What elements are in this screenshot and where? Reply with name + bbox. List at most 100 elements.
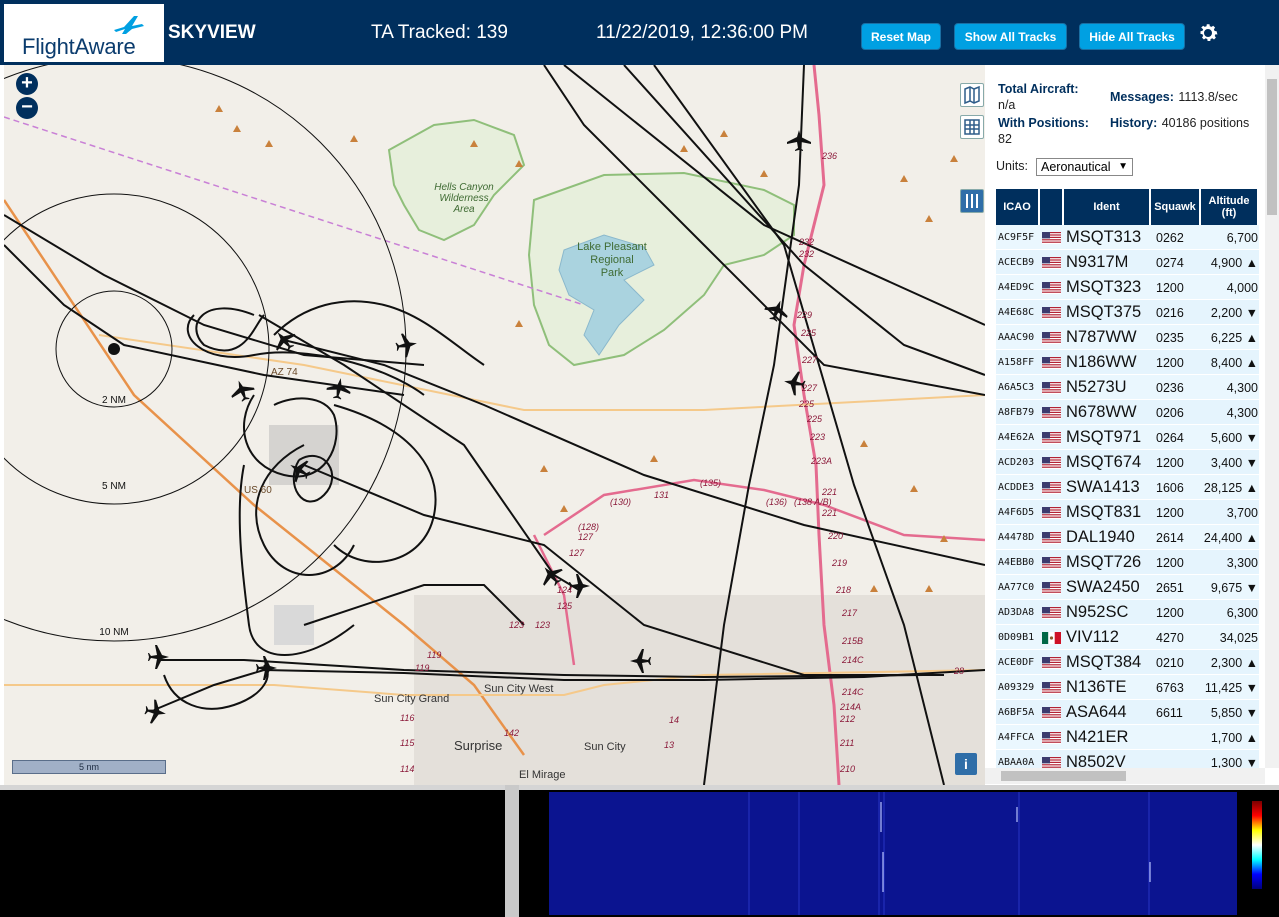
cell-icao: A09329 [998, 682, 1035, 693]
svg-text:127: 127 [578, 532, 594, 542]
table-row[interactable]: A8FB79 N678WW 0206 4,300 [996, 400, 1259, 425]
col-header-icao[interactable]: ICAO [996, 189, 1040, 225]
svg-text:(138 A/B): (138 A/B) [794, 497, 832, 507]
flag-usa-icon [1042, 732, 1061, 744]
cell-ident: DAL1940 [1066, 528, 1135, 546]
zoom-in-button[interactable]: + [16, 73, 38, 95]
cell-altitude: 11,425 ▼ [1204, 681, 1258, 695]
logo-text: FlightAware [22, 34, 136, 59]
cell-altitude: 9,675 ▼ [1210, 581, 1258, 595]
history-value: 40186 positions [1161, 116, 1250, 130]
svg-text:223: 223 [809, 432, 825, 442]
columns-icon[interactable] [960, 189, 984, 213]
total-aircraft-label: Total Aircraft: [998, 82, 1079, 96]
cell-icao: A8FB79 [998, 407, 1035, 418]
cell-altitude: 6,300 [1226, 606, 1258, 620]
cell-ident: SWA1413 [1066, 478, 1140, 496]
cell-ident: MSQT375 [1066, 303, 1142, 321]
map-layers-icon[interactable] [960, 83, 984, 107]
table-row[interactable]: ACD203 MSQT674 1200 3,400 ▼ [996, 450, 1259, 475]
table-row[interactable]: A4478D DAL1940 2614 24,400 ▲ [996, 525, 1259, 550]
panel-divider[interactable] [505, 785, 519, 917]
table-row[interactable]: AAAC90 N787WW 0235 6,225 ▲ [996, 325, 1259, 350]
cell-squawk: 4270 [1156, 631, 1184, 645]
svg-text:229: 229 [796, 310, 812, 320]
col-header-ident[interactable]: Ident [1064, 189, 1151, 225]
table-row[interactable]: ACECB9 N9317M 0274 4,900 ▲ [996, 250, 1259, 275]
cell-ident: N421ER [1066, 728, 1129, 746]
flag-usa-icon [1042, 457, 1061, 469]
svg-text:211: 211 [839, 738, 854, 748]
svg-text:125: 125 [557, 601, 573, 611]
table-row[interactable]: A6A5C3 N5273U 0236 4,300 [996, 375, 1259, 400]
cell-squawk: 0216 [1156, 306, 1184, 320]
cell-altitude: 34,025 [1219, 631, 1258, 645]
svg-text:214C: 214C [841, 687, 864, 697]
table-row[interactable]: A4ED9C MSQT323 1200 4,000 [996, 275, 1259, 300]
svg-text:210: 210 [839, 764, 855, 774]
table-row[interactable]: A6BF5A ASA644 6611 5,850 ▼ [996, 700, 1259, 725]
cell-altitude: 4,900 ▲ [1210, 256, 1258, 270]
svg-text:232: 232 [798, 249, 814, 259]
svg-text:215B: 215B [841, 636, 863, 646]
units-select[interactable]: Aeronautical ▼ [1036, 158, 1133, 176]
table-row[interactable]: A4EBB0 MSQT726 1200 3,300 [996, 550, 1259, 575]
hide-all-tracks-button[interactable]: Hide All Tracks [1079, 23, 1185, 50]
label-10nm: 10 NM [99, 627, 128, 638]
table-row[interactable]: AC9F5F MSQT313 0262 6,700 [996, 225, 1259, 250]
svg-text:127: 127 [569, 548, 585, 558]
table-row[interactable]: A09329 N136TE 6763 11,425 ▼ [996, 675, 1259, 700]
cell-squawk: 0236 [1156, 381, 1184, 395]
cell-ident: MSQT674 [1066, 453, 1142, 471]
cell-altitude: 28,125 ▲ [1203, 481, 1258, 495]
facility-area [274, 605, 314, 645]
flag-usa-icon [1042, 532, 1061, 544]
map-view[interactable]: Hells Canyon Wilderness Area Lake Pleasant… [4, 65, 985, 785]
table-row[interactable]: AA77C0 SWA2450 2651 9,675 ▼ [996, 575, 1259, 600]
svg-text:214A: 214A [839, 702, 861, 712]
cell-ident: ASA644 [1066, 703, 1127, 721]
table-row[interactable]: 0D09B1 VIV112 4270 34,025 [996, 625, 1259, 650]
panel-horizontal-scrollbar[interactable] [985, 768, 1265, 784]
svg-text:114: 114 [400, 764, 414, 774]
show-all-tracks-button[interactable]: Show All Tracks [954, 23, 1067, 50]
flightaware-logo[interactable]: FlightAware [4, 4, 164, 62]
info-button[interactable]: i [955, 753, 977, 775]
panel-vertical-scrollbar[interactable] [1265, 65, 1279, 768]
cell-icao: A4E62A [998, 432, 1035, 443]
reset-map-button[interactable]: Reset Map [861, 23, 941, 50]
label-sun-city: Sun City [584, 741, 626, 753]
cell-altitude: 6,700 [1226, 231, 1258, 245]
cell-icao: A4478D [998, 532, 1035, 543]
flag-usa-icon [1042, 282, 1061, 294]
cell-icao: ACD203 [998, 457, 1035, 468]
zoom-out-button[interactable]: − [16, 97, 38, 119]
table-row[interactable]: ACDDE3 SWA1413 1606 28,125 ▲ [996, 475, 1259, 500]
table-row[interactable]: AD3DA8 N952SC 1200 6,300 [996, 600, 1259, 625]
label-az74: AZ 74 [271, 367, 298, 378]
gear-icon[interactable] [1196, 21, 1220, 45]
cell-altitude: 5,850 ▼ [1210, 706, 1258, 720]
table-row[interactable]: A4F6D5 MSQT831 1200 3,700 [996, 500, 1259, 525]
cell-altitude: 2,300 ▲ [1210, 656, 1258, 670]
svg-text:225: 225 [800, 328, 817, 338]
table-row[interactable]: A4FFCA N421ER 1,700 ▲ [996, 725, 1259, 750]
svg-text:225: 225 [806, 414, 823, 424]
table-row[interactable]: A4E62A MSQT971 0264 5,600 ▼ [996, 425, 1259, 450]
table-row[interactable]: A4E68C MSQT375 0216 2,200 ▼ [996, 300, 1259, 325]
cell-altitude: 1,700 ▲ [1210, 731, 1258, 745]
scrollbar-thumb[interactable] [1267, 79, 1277, 215]
grid-icon[interactable] [960, 115, 984, 139]
az-74-road [98, 334, 985, 411]
table-row[interactable]: ACE0DF MSQT384 0210 2,300 ▲ [996, 650, 1259, 675]
table-row[interactable]: A158FF N186WW 1200 8,400 ▲ [996, 350, 1259, 375]
app-title: SKYVIEW [168, 22, 256, 43]
col-header-altitude[interactable]: Altitude (ft) [1201, 189, 1259, 225]
col-header-flag[interactable] [1040, 189, 1064, 225]
scrollbar-thumb-horizontal[interactable] [1001, 771, 1126, 781]
units-label: Units: [996, 159, 1028, 173]
flag-usa-icon [1042, 507, 1061, 519]
color-scale-bar [1252, 801, 1262, 889]
map-canvas[interactable]: Hells Canyon Wilderness Area Lake Pleasant… [4, 65, 985, 785]
col-header-squawk[interactable]: Squawk [1151, 189, 1201, 225]
